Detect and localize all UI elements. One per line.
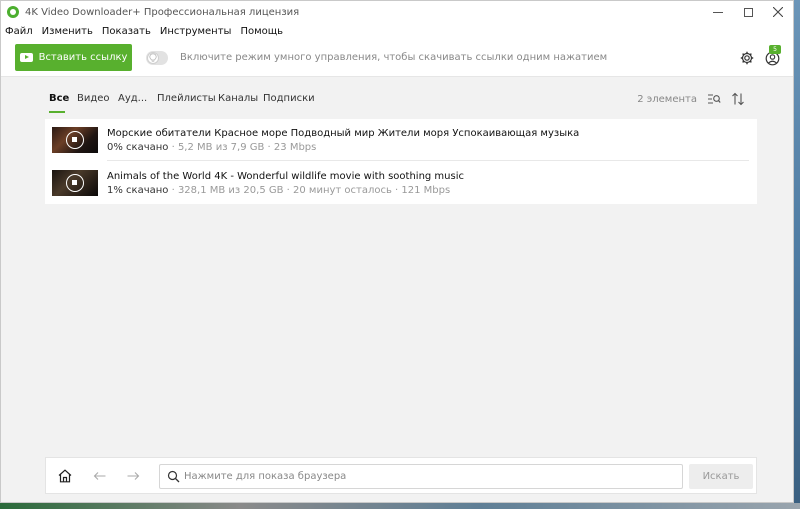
- maximize-icon: [743, 7, 753, 17]
- toolbar: Вставить ссылку Включите режим умного уп…: [1, 39, 793, 77]
- app-logo-icon: [7, 6, 19, 18]
- gear-icon[interactable]: [740, 51, 754, 65]
- account-badge: 5: [769, 45, 781, 54]
- sort-icon[interactable]: [731, 92, 745, 106]
- menu-bar: Файл Изменить Показать Инструменты Помощ…: [1, 23, 793, 39]
- youtube-icon: [19, 53, 33, 62]
- tab-all[interactable]: Все: [49, 93, 69, 104]
- list-item[interactable]: Морские обитатели Красное море Подводный…: [45, 119, 757, 161]
- menu-tools[interactable]: Инструменты: [160, 26, 232, 37]
- download-status: 1% скачано · 328,1 MB из 20,5 GB · 20 ми…: [107, 185, 450, 196]
- tab-subscriptions[interactable]: Подписки: [263, 93, 315, 104]
- desktop-background-bottom: [0, 503, 800, 509]
- download-details: · 328,1 MB из 20,5 GB · 20 минут осталос…: [168, 185, 451, 196]
- menu-edit[interactable]: Изменить: [42, 26, 93, 37]
- paste-link-label: Вставить ссылку: [38, 52, 128, 63]
- row-divider: [107, 160, 749, 161]
- browser-bar: Искать: [45, 457, 757, 494]
- download-title: Animals of the World 4K - Wonderful wild…: [107, 171, 464, 182]
- tab-audio[interactable]: Ауд...: [118, 93, 147, 104]
- app-window: 4K Video Downloader+ Профессиональная ли…: [0, 0, 794, 503]
- home-icon[interactable]: [58, 469, 72, 483]
- video-thumbnail: [52, 170, 98, 196]
- download-percent: 1% скачано: [107, 185, 169, 196]
- forward-arrow-icon[interactable]: [126, 469, 140, 483]
- tab-video[interactable]: Видео: [77, 93, 110, 104]
- tab-playlists[interactable]: Плейлисты: [157, 93, 216, 104]
- paste-link-button[interactable]: Вставить ссылку: [15, 44, 132, 71]
- menu-help[interactable]: Помощь: [240, 26, 283, 37]
- download-status: 0% скачано · 5,2 MB из 7,9 GB · 23 Mbps: [107, 142, 316, 153]
- tab-channels[interactable]: Каналы: [218, 93, 258, 104]
- smart-mode-toggle[interactable]: [146, 50, 168, 65]
- close-button[interactable]: [763, 1, 793, 23]
- active-tab-indicator: [49, 111, 65, 113]
- stop-icon[interactable]: [66, 174, 84, 192]
- download-title: Морские обитатели Красное море Подводный…: [107, 128, 580, 139]
- back-arrow-icon[interactable]: [93, 469, 107, 483]
- maximize-button[interactable]: [733, 1, 763, 23]
- browser-search-input[interactable]: [184, 466, 674, 487]
- downloads-list: Морские обитатели Красное море Подводный…: [45, 119, 757, 204]
- stop-icon[interactable]: [66, 131, 84, 149]
- item-count: 2 элемента: [637, 94, 697, 105]
- window-controls: [703, 1, 793, 23]
- title-bar: 4K Video Downloader+ Профессиональная ли…: [1, 1, 793, 23]
- smart-mode-text: Включите режим умного управления, чтобы …: [180, 52, 608, 63]
- menu-view[interactable]: Показать: [102, 26, 151, 37]
- list-item[interactable]: Animals of the World 4K - Wonderful wild…: [45, 162, 757, 204]
- minimize-button[interactable]: [703, 1, 733, 23]
- minimize-icon: [713, 11, 723, 13]
- search-button[interactable]: Искать: [689, 464, 753, 489]
- filter-bar: Все Видео Ауд... Плейлисты Каналы Подпис…: [1, 85, 795, 115]
- download-percent: 0% скачано: [107, 142, 169, 153]
- video-thumbnail: [52, 127, 98, 153]
- close-icon: [773, 7, 783, 17]
- window-title: 4K Video Downloader+ Профессиональная ли…: [25, 6, 300, 18]
- lightbulb-icon: [149, 52, 157, 62]
- menu-file[interactable]: Файл: [5, 26, 33, 37]
- browser-search-box[interactable]: [159, 464, 683, 489]
- desktop-background-right: [794, 0, 800, 509]
- search-icon: [167, 470, 180, 483]
- download-details: · 5,2 MB из 7,9 GB · 23 Mbps: [168, 142, 317, 153]
- search-filter-icon[interactable]: [707, 92, 721, 106]
